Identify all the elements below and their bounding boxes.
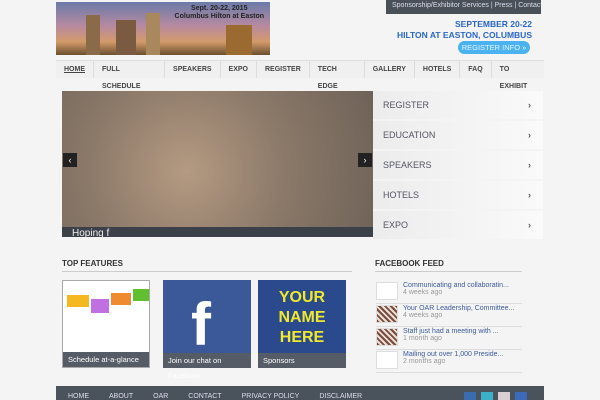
feature-sponsors[interactable]: YOUR NAME HERE Sponsors xyxy=(258,280,346,368)
nav-tech-edge[interactable]: TECH EDGE xyxy=(310,61,365,90)
linkedin-icon[interactable] xyxy=(515,392,527,400)
nav-gallery[interactable]: GALLERY xyxy=(365,61,415,78)
register-info-button[interactable]: REGISTER INFO » xyxy=(458,41,530,54)
facebook-feed: Communicating and collaboratin... 4 weeks… xyxy=(376,282,522,374)
feed-item[interactable]: Your OAR Leadership, Committee... 4 weeks… xyxy=(376,305,522,327)
event-info: SEPTEMBER 20-22 HILTON AT EASTON, COLUMBU… xyxy=(396,19,532,40)
feed-item[interactable]: Communicating and collaboratin... 4 weeks… xyxy=(376,282,522,304)
footer-contact[interactable]: CONTACT xyxy=(188,393,221,400)
feature-schedule[interactable]: Schedule at-a-glance xyxy=(62,280,150,368)
side-menu-expo[interactable]: EXPO › xyxy=(373,211,543,239)
side-menu-speakers[interactable]: SPEAKERS › xyxy=(373,151,543,179)
sponsor-art: YOUR NAME HERE xyxy=(278,289,326,346)
nav-home[interactable]: HOME xyxy=(56,61,94,78)
chevron-right-icon: › xyxy=(528,160,531,170)
side-menu-education[interactable]: EDUCATION › xyxy=(373,121,543,149)
chevron-right-icon: › xyxy=(528,130,531,140)
feature-label: Schedule at-a-glance xyxy=(63,352,149,367)
slider-prev-button[interactable]: ‹ xyxy=(63,153,77,167)
facebook-icon: f xyxy=(191,291,211,358)
schedule-thumb-block xyxy=(91,299,109,313)
nav-to-exhibit[interactable]: TO EXHIBIT xyxy=(492,61,544,90)
side-menu-register[interactable]: REGISTER › xyxy=(373,91,543,119)
twitter-icon[interactable] xyxy=(481,392,493,400)
chevron-right-icon: › xyxy=(528,100,531,110)
side-menu: REGISTER › EDUCATION › SPEAKERS › HOTELS › E… xyxy=(373,91,543,241)
post-thumbnail xyxy=(376,305,398,323)
feed-item[interactable]: Mailing out over 1,000 Preside... 2 month… xyxy=(376,351,522,373)
chevron-right-icon: › xyxy=(528,190,531,200)
feature-label: Sponsors xyxy=(258,353,346,368)
schedule-thumb-block xyxy=(67,295,89,307)
building xyxy=(86,15,100,55)
banner-text: Sept. 20-22, 2015 Columbus Hilton at East… xyxy=(174,5,264,20)
slider-next-button[interactable]: › xyxy=(358,153,372,167)
post-thumbnail xyxy=(376,351,398,369)
building xyxy=(146,13,160,55)
nav-speakers[interactable]: SPEAKERS xyxy=(165,61,221,78)
main-nav: HOME FULL SCHEDULE SPEAKERS EXPO REGISTE… xyxy=(56,60,544,90)
building xyxy=(226,25,252,55)
feature-facebook[interactable]: f Join our chat on Facebook xyxy=(163,280,251,380)
footer-about[interactable]: ABOUT xyxy=(109,393,133,400)
footer-oar[interactable]: OAR xyxy=(153,393,168,400)
nav-expo[interactable]: EXPO xyxy=(221,61,257,78)
building xyxy=(116,20,136,55)
side-menu-hotels[interactable]: HOTELS › xyxy=(373,181,543,209)
post-thumbnail xyxy=(376,328,398,346)
slider-caption: Hoping f xyxy=(62,227,373,237)
top-links[interactable]: Sponsorship/Exhibitor Services | Press |… xyxy=(386,0,541,14)
top-features-heading: TOP FEATURES xyxy=(62,259,352,272)
footer-disclaimer[interactable]: DISCLAIMER xyxy=(319,393,362,400)
post-thumbnail xyxy=(376,282,398,300)
nav-faq[interactable]: FAQ xyxy=(460,61,492,78)
nav-hotels[interactable]: HOTELS xyxy=(415,61,461,78)
youtube-icon[interactable] xyxy=(498,392,510,400)
chevron-right-icon: › xyxy=(528,220,531,230)
image-slider[interactable]: ‹ › Hoping f xyxy=(62,91,373,237)
feature-label: Join our chat on Facebook xyxy=(163,353,251,380)
nav-full-schedule[interactable]: FULL SCHEDULE xyxy=(94,61,166,90)
nav-register[interactable]: REGISTER xyxy=(257,61,310,78)
schedule-thumb-block xyxy=(133,289,149,301)
facebook-feed-heading: FACEBOOK FEED xyxy=(375,259,522,272)
footer-privacy[interactable]: PRIVACY POLICY xyxy=(242,393,300,400)
banner-logo[interactable]: Sept. 20-22, 2015 Columbus Hilton at East… xyxy=(56,2,270,55)
feed-item[interactable]: Staff just had a meeting with ... 1 month… xyxy=(376,328,522,350)
footer-home[interactable]: HOME xyxy=(68,393,89,400)
facebook-icon[interactable] xyxy=(464,392,476,400)
schedule-thumb-block xyxy=(111,293,131,305)
